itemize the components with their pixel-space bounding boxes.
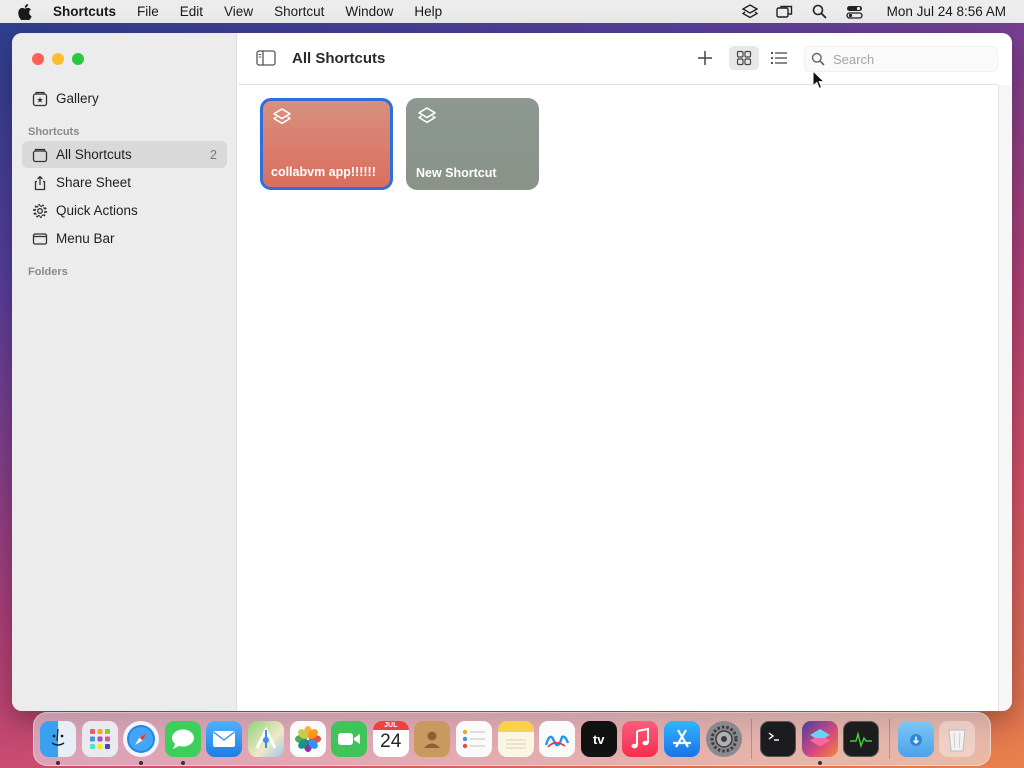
launchpad-icon[interactable] xyxy=(81,721,118,757)
music-icon[interactable] xyxy=(622,721,659,757)
calendar-day: 24 xyxy=(380,731,402,752)
shortcut-layers-icon xyxy=(416,106,438,128)
menu-file[interactable]: File xyxy=(137,4,159,19)
folders-section-label: Folders xyxy=(28,266,68,278)
sidebar-toggle-icon[interactable] xyxy=(256,50,278,68)
maps-icon[interactable] xyxy=(247,721,284,757)
shortcut-tile-collabvm-app[interactable]: collabvm app!!!!!! xyxy=(260,98,393,190)
apple-tv-icon[interactable]: tv xyxy=(580,721,617,757)
window-controls xyxy=(32,53,84,65)
page-title: All Shortcuts xyxy=(292,50,386,67)
menu-bar: Shortcuts File Edit View Shortcut Window… xyxy=(0,0,1024,23)
facetime-icon[interactable] xyxy=(331,721,368,757)
minimize-button[interactable] xyxy=(52,53,64,65)
system-settings-icon[interactable] xyxy=(705,721,742,757)
menu-clock[interactable]: Mon Jul 24 8:56 AM xyxy=(887,4,1006,19)
scrollbar-track[interactable] xyxy=(998,85,1012,711)
mouse-pointer-icon xyxy=(812,69,826,90)
sidebar-item-label: Menu Bar xyxy=(56,231,115,246)
gallery-icon xyxy=(31,90,49,108)
shortcut-tile-label: New Shortcut xyxy=(416,166,497,180)
zoom-button[interactable] xyxy=(72,53,84,65)
sidebar-item-label: All Shortcuts xyxy=(56,147,132,162)
spotlight-search-icon[interactable] xyxy=(811,4,829,20)
dock-separator xyxy=(751,719,753,759)
toolbar: All Shortcuts xyxy=(238,33,998,85)
activity-monitor-icon[interactable] xyxy=(843,721,880,757)
app-store-icon[interactable] xyxy=(663,721,700,757)
photos-icon[interactable] xyxy=(289,721,326,757)
finder-icon[interactable] xyxy=(40,721,76,765)
search-input[interactable] xyxy=(833,51,983,67)
main-content: All Shortcuts collabvm app!!!!!! xyxy=(238,33,998,711)
menu-bar-icon xyxy=(31,230,49,248)
shortcuts-app-icon[interactable] xyxy=(801,721,838,765)
safari-icon[interactable] xyxy=(123,721,160,765)
apple-menu-icon[interactable] xyxy=(18,3,36,20)
add-shortcut-icon[interactable] xyxy=(695,48,715,68)
shortcut-tile-new-shortcut[interactable]: New Shortcut xyxy=(406,98,539,190)
screen-mirroring-icon[interactable] xyxy=(776,4,794,20)
share-icon xyxy=(31,174,49,192)
dock-separator xyxy=(888,719,890,759)
terminal-icon[interactable] xyxy=(760,721,797,757)
menu-shortcut[interactable]: Shortcut xyxy=(274,4,324,19)
calendar-month: JUL xyxy=(372,721,409,730)
menu-view[interactable]: View xyxy=(224,4,253,19)
menu-help[interactable]: Help xyxy=(414,4,442,19)
freeform-icon[interactable] xyxy=(539,721,576,757)
search-field[interactable] xyxy=(804,46,998,72)
list-view-icon[interactable] xyxy=(768,48,790,68)
shortcuts-status-icon[interactable] xyxy=(741,3,759,20)
menu-app-name[interactable]: Shortcuts xyxy=(53,4,116,19)
tv-label: tv xyxy=(592,731,605,747)
menu-window[interactable]: Window xyxy=(345,4,393,19)
dock: JUL 24 tv xyxy=(33,712,991,766)
sidebar-item-share-sheet[interactable]: Share Sheet xyxy=(22,169,227,196)
search-icon xyxy=(811,51,827,67)
reminders-icon[interactable] xyxy=(455,721,492,757)
shortcuts-window: Gallery Shortcuts All Shortcuts 2 Share … xyxy=(12,33,1012,711)
calendar-icon[interactable]: JUL 24 xyxy=(372,721,409,757)
control-center-icon[interactable] xyxy=(846,4,864,20)
messages-icon[interactable] xyxy=(164,721,201,765)
sidebar-item-label: Quick Actions xyxy=(56,203,138,218)
gear-icon xyxy=(31,202,49,220)
grid-view-icon[interactable] xyxy=(729,46,759,70)
shortcuts-section-label: Shortcuts xyxy=(28,126,80,138)
contacts-icon[interactable] xyxy=(414,721,451,757)
sidebar-item-label: Gallery xyxy=(56,91,99,106)
all-shortcuts-icon xyxy=(31,146,49,164)
menu-edit[interactable]: Edit xyxy=(180,4,203,19)
sidebar-item-all-shortcuts[interactable]: All Shortcuts 2 xyxy=(22,141,227,168)
shortcut-count: 2 xyxy=(210,147,217,162)
shortcut-tile-label: collabvm app!!!!!! xyxy=(271,165,376,179)
mail-icon[interactable] xyxy=(206,721,243,757)
sidebar: Gallery Shortcuts All Shortcuts 2 Share … xyxy=(12,33,237,711)
downloads-folder-icon[interactable] xyxy=(897,721,934,757)
sidebar-item-quick-actions[interactable]: Quick Actions xyxy=(22,197,227,224)
trash-icon[interactable] xyxy=(939,721,976,757)
sidebar-item-label: Share Sheet xyxy=(56,175,132,190)
notes-icon[interactable] xyxy=(497,721,534,757)
shortcut-layers-icon xyxy=(271,107,293,129)
sidebar-item-gallery[interactable]: Gallery xyxy=(22,85,227,112)
sidebar-item-menu-bar[interactable]: Menu Bar xyxy=(22,225,227,252)
close-button[interactable] xyxy=(32,53,44,65)
